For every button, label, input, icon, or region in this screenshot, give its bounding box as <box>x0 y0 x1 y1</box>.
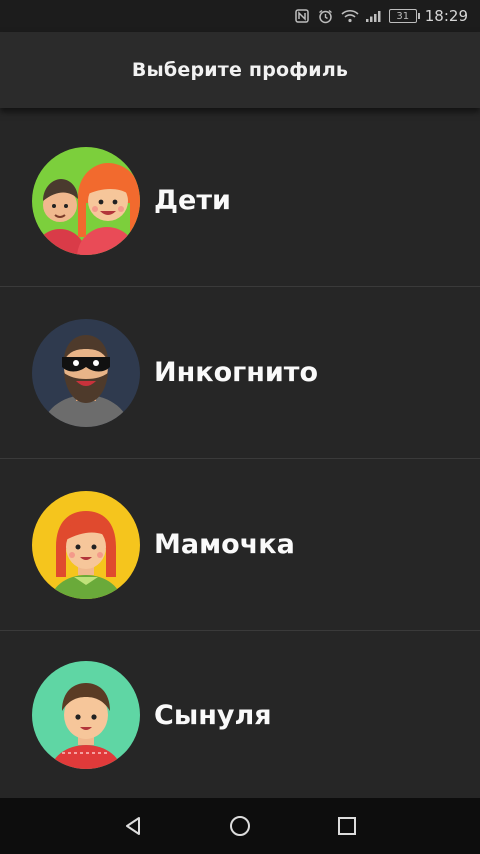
profile-name: Инкогнито <box>154 357 319 388</box>
profile-item-son[interactable]: Сынуля <box>0 631 480 799</box>
battery-indicator: 31 <box>388 9 420 23</box>
signal-icon <box>365 9 383 23</box>
page-title: Выберите профиль <box>131 59 349 81</box>
wifi-icon <box>341 9 359 23</box>
status-bar: 31 18:29 <box>0 0 480 32</box>
mom-avatar <box>32 490 140 599</box>
incognito-avatar <box>32 318 140 427</box>
home-icon[interactable] <box>216 802 264 850</box>
son-avatar <box>32 661 140 769</box>
back-icon[interactable] <box>109 802 157 850</box>
status-time: 18:29 <box>424 7 468 25</box>
nfc-icon <box>293 9 311 23</box>
recents-icon[interactable] <box>323 802 371 850</box>
kids-avatar <box>32 146 140 255</box>
profile-item-incognito[interactable]: Инкогнито <box>0 287 480 459</box>
navigation-bar <box>0 798 480 854</box>
profile-name: Мамочка <box>154 529 295 560</box>
profile-name: Дети <box>154 185 231 216</box>
profile-list: Дети Инкогнито Мамочка Сынуля <box>0 115 480 799</box>
alarm-icon <box>317 9 335 23</box>
profile-item-mom[interactable]: Мамочка <box>0 459 480 631</box>
app-bar: Выберите профиль <box>0 32 480 108</box>
profile-name: Сынуля <box>154 699 272 731</box>
profile-item-kids[interactable]: Дети <box>0 115 480 287</box>
